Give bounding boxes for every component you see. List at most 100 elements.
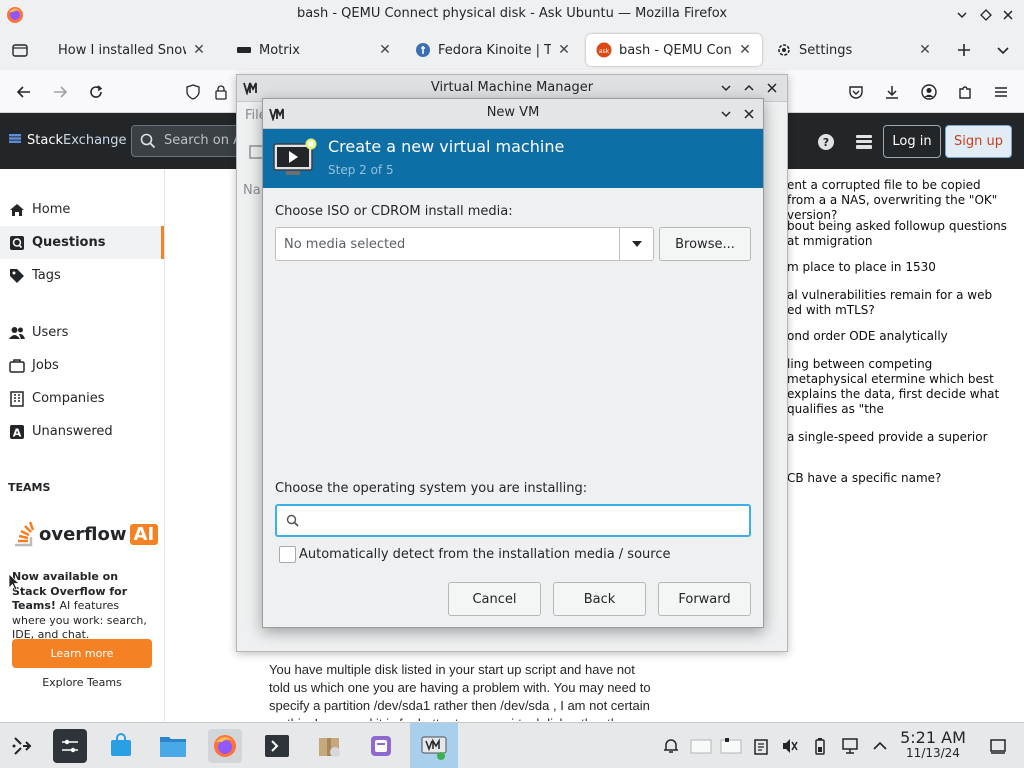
learn-more-button[interactable]: Learn more	[12, 639, 152, 668]
package-installer-icon[interactable]	[312, 729, 346, 763]
tab-settings[interactable]: Settings ✕	[766, 34, 942, 66]
tab-fedora-kinoite[interactable]: Fedora Kinoite | Th ✕	[405, 34, 581, 66]
app-window-icon[interactable]	[364, 729, 398, 763]
account-icon[interactable]	[917, 80, 941, 104]
window-list-icon[interactable]	[690, 737, 712, 755]
forward-arrow-icon[interactable]	[48, 80, 72, 104]
close-icon[interactable]	[742, 107, 756, 121]
notifications-bell-icon[interactable]	[662, 737, 680, 755]
maximize-icon[interactable]	[742, 81, 756, 95]
sidebar-label: Companies	[32, 391, 105, 406]
reload-icon[interactable]	[84, 80, 108, 104]
hamburger-menu-icon[interactable]	[989, 80, 1013, 104]
ai-badge: AI	[129, 524, 159, 545]
back-button[interactable]: Back	[553, 582, 646, 616]
minimize-icon[interactable]	[719, 81, 733, 95]
stackexchange-logo-icon[interactable]	[9, 134, 21, 146]
tab-label: Fedora Kinoite | Th	[438, 42, 551, 58]
sidebar-item-companies[interactable]: Companies	[0, 382, 164, 415]
clipboard-icon[interactable]	[752, 737, 770, 755]
learn-more-label: Learn more	[50, 647, 114, 660]
konsole-terminal-icon[interactable]	[260, 729, 294, 763]
close-window-icon[interactable]	[998, 5, 1018, 25]
forward-button[interactable]: Forward	[658, 582, 751, 616]
teams-promo-text: Now available on Stack Overflow for Team…	[12, 570, 152, 643]
stackexchange-logo[interactable]: StackExchange	[27, 133, 127, 148]
login-button[interactable]: Log in	[883, 125, 941, 158]
close-tab-icon[interactable]: ✕	[918, 42, 932, 58]
new-tab-icon[interactable]	[955, 41, 973, 59]
explore-teams-link[interactable]: Explore Teams	[12, 676, 152, 689]
minimize-icon[interactable]	[719, 107, 733, 121]
clipboard-window-icon[interactable]	[720, 737, 742, 755]
system-settings-icon[interactable]	[53, 729, 87, 763]
close-tab-icon[interactable]: ✕	[192, 42, 206, 58]
hot-question-link[interactable]: CB have a specific name?	[787, 471, 1007, 486]
svg-text:A: A	[13, 427, 22, 440]
pocket-icon[interactable]	[844, 80, 868, 104]
window-title: bash - QEMU Connect physical disk - Ask …	[296, 6, 728, 21]
minimize-icon[interactable]	[952, 5, 972, 25]
back-arrow-icon[interactable]	[12, 80, 36, 104]
new-vm-dialog: New VM Create a new virtual machine Step…	[262, 98, 764, 628]
virt-manager-taskbar-icon[interactable]	[410, 723, 458, 768]
home-icon	[9, 202, 25, 218]
autodetect-checkbox[interactable]	[279, 546, 296, 563]
sidebar-label: Home	[32, 202, 71, 217]
clock-date: 11/13/24	[906, 746, 960, 760]
tracking-shield-icon[interactable]	[181, 80, 205, 104]
lock-icon[interactable]	[209, 80, 233, 104]
hot-question-link[interactable]: ond order ODE analytically	[787, 329, 1007, 344]
tab-overview-icon[interactable]	[11, 42, 29, 58]
hot-question-link[interactable]: a single-speed provide a superior	[787, 430, 1007, 445]
close-icon[interactable]	[765, 81, 779, 95]
autodetect-label[interactable]: Automatically detect from the installati…	[299, 547, 670, 562]
show-hidden-tray-icon[interactable]	[871, 737, 889, 755]
wizard-step: Step 2 of 5	[328, 163, 394, 177]
wizard-banner: Create a new virtual machine Step 2 of 5	[263, 129, 763, 188]
sidebar-item-home[interactable]: Home	[0, 193, 164, 226]
firefox-taskbar-icon[interactable]	[208, 729, 242, 763]
sidebar-item-users[interactable]: Users	[0, 316, 164, 349]
tab-ask-ubuntu[interactable]: ask bash - QEMU Conn ✕	[586, 34, 762, 66]
help-icon[interactable]: ?	[817, 133, 835, 151]
signup-button[interactable]: Sign up	[945, 125, 1012, 158]
show-desktop-icon[interactable]	[989, 737, 1007, 755]
hot-question-link[interactable]: ling between competing metaphysical eter…	[787, 357, 1007, 417]
close-tab-icon[interactable]: ✕	[557, 42, 571, 58]
extensions-icon[interactable]	[953, 80, 977, 104]
downloads-icon[interactable]	[880, 80, 904, 104]
cancel-button[interactable]: Cancel	[448, 582, 541, 616]
tab-label: bash - QEMU Conn	[619, 42, 732, 58]
site-switcher-icon[interactable]	[855, 133, 873, 151]
hot-question-link[interactable]: bout being asked followup questions at m…	[787, 219, 1007, 249]
tab-motrix[interactable]: Motrix ✕	[226, 34, 402, 66]
sidebar-item-tags[interactable]: Tags	[0, 259, 164, 292]
maximize-icon[interactable]	[976, 5, 996, 25]
svg-text:?: ?	[823, 136, 829, 149]
battery-icon[interactable]	[811, 737, 829, 755]
application-launcher-icon[interactable]	[5, 729, 39, 763]
dropdown-arrow-icon[interactable]	[619, 228, 653, 260]
hot-question-link[interactable]: m place to place in 1530	[787, 260, 1007, 275]
close-tab-icon[interactable]: ✕	[378, 42, 392, 58]
volume-muted-icon[interactable]	[781, 737, 799, 755]
briefcase-icon	[9, 358, 25, 374]
network-wired-icon[interactable]	[841, 737, 859, 755]
browse-button[interactable]: Browse...	[659, 227, 751, 261]
close-tab-icon[interactable]: ✕	[738, 42, 752, 58]
file-manager-icon[interactable]	[156, 729, 190, 763]
digital-clock[interactable]: 5:21 AM 11/13/24	[898, 728, 968, 760]
signup-label: Sign up	[954, 134, 1003, 149]
fedora-icon	[415, 42, 431, 58]
hot-question-link[interactable]: ent a corrupted file to be copied from a…	[787, 178, 1007, 223]
list-tabs-icon[interactable]	[995, 42, 1011, 58]
os-search-input[interactable]	[275, 504, 751, 537]
sidebar-item-jobs[interactable]: Jobs	[0, 349, 164, 382]
hot-question-link[interactable]: al vulnerabilities remain for a web ed w…	[787, 288, 1007, 318]
sidebar-item-questions[interactable]: Questions	[0, 226, 164, 259]
discover-store-icon[interactable]	[104, 729, 138, 763]
install-media-combobox[interactable]: No media selected	[275, 227, 654, 261]
sidebar-item-unanswered[interactable]: A Unanswered	[0, 415, 164, 448]
tab-snow-leopard[interactable]: How I installed Snow L ✕	[48, 34, 216, 66]
